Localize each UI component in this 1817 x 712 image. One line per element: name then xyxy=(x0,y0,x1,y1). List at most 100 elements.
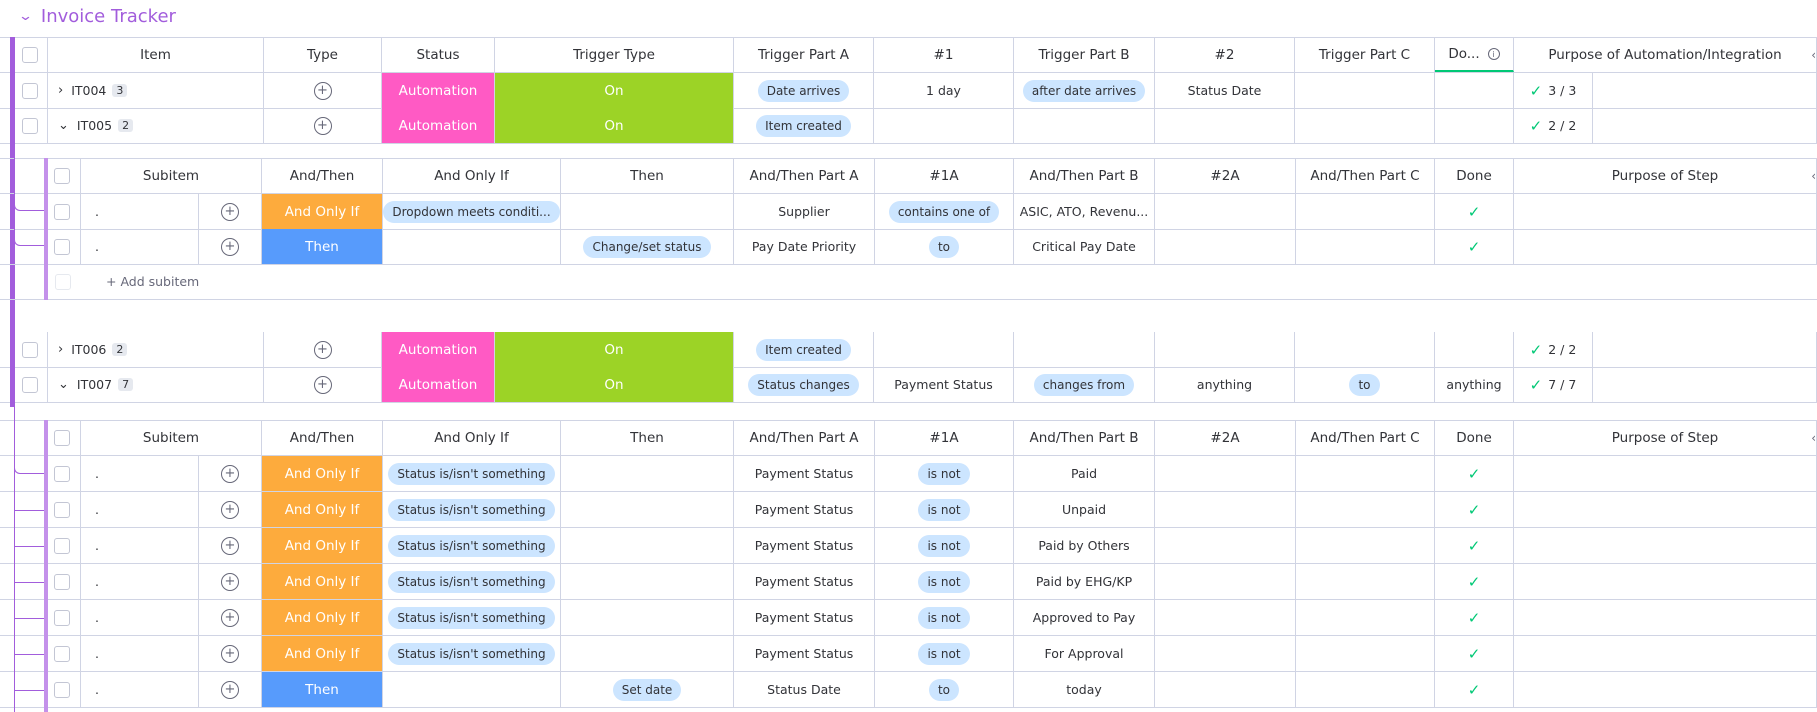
sub-add-update-cell[interactable]: + xyxy=(199,229,262,264)
type-cell[interactable]: Automation xyxy=(382,367,495,402)
chevron-right-icon[interactable]: › xyxy=(58,83,63,98)
and-then-cell[interactable]: And Only If xyxy=(262,456,383,491)
n2-cell[interactable] xyxy=(1295,108,1435,143)
column-scroll-icon[interactable]: ‹ xyxy=(1811,431,1816,445)
and-then-part-c-cell[interactable] xyxy=(1296,528,1435,563)
subitem-name-cell[interactable]: . xyxy=(81,672,199,707)
and-then-part-b-cell[interactable]: ASIC, ATO, Revenu... xyxy=(1014,194,1155,229)
add-update-cell[interactable]: + xyxy=(264,367,382,402)
only-if-cell[interactable] xyxy=(383,229,561,264)
sub-header-8[interactable]: And/Then Part C xyxy=(1296,421,1435,455)
n2a-cell[interactable] xyxy=(1155,636,1296,671)
and-then-part-a-cell[interactable]: Payment Status xyxy=(734,600,875,635)
item-name-cell[interactable]: ⌄ IT007 7 xyxy=(48,367,264,402)
n2-cell[interactable]: to xyxy=(1295,367,1435,402)
only-if-cell[interactable]: Status is/isn't something xyxy=(383,456,561,491)
purpose-cell[interactable] xyxy=(1514,108,1817,143)
then-cell[interactable] xyxy=(561,600,734,635)
n1a-cell[interactable]: is not xyxy=(875,528,1014,563)
sub-add-update-cell[interactable]: + xyxy=(199,528,262,563)
and-then-part-c-cell[interactable] xyxy=(1296,194,1435,229)
and-then-cell[interactable]: And Only If xyxy=(262,636,383,671)
n2-cell[interactable] xyxy=(1295,73,1435,108)
and-then-part-c-cell[interactable] xyxy=(1296,492,1435,527)
sub-checkbox-cell[interactable] xyxy=(44,672,81,707)
trigger-part-a-cell[interactable]: Payment Status xyxy=(874,367,1014,402)
item-name-cell[interactable]: ⌄ IT005 2 xyxy=(48,108,264,143)
and-then-cell[interactable]: And Only If xyxy=(262,564,383,599)
and-then-part-a-cell[interactable]: Supplier xyxy=(734,194,875,229)
and-then-part-b-cell[interactable]: Paid xyxy=(1014,456,1155,491)
sub-header-2[interactable]: And Only If xyxy=(383,159,561,193)
and-then-cell[interactable]: And Only If xyxy=(262,528,383,563)
status-cell[interactable]: On xyxy=(495,108,734,143)
trigger-part-a-cell[interactable] xyxy=(874,332,1014,367)
subitem-count-badge[interactable]: 2 xyxy=(112,343,128,356)
header-8[interactable]: Trigger Part C xyxy=(1295,38,1435,72)
and-then-part-c-cell[interactable] xyxy=(1296,456,1435,491)
n1a-cell[interactable]: is not xyxy=(875,636,1014,671)
only-if-cell[interactable]: Dropdown meets conditi... xyxy=(383,194,561,229)
header-5[interactable]: #1 xyxy=(874,38,1014,72)
subitem-name[interactable]: . xyxy=(95,502,99,517)
add-update-cell[interactable]: + xyxy=(264,73,382,108)
item-name[interactable]: IT007 xyxy=(77,377,112,392)
add-subitem-button[interactable]: + Add subitem xyxy=(96,264,346,299)
purpose-cell[interactable] xyxy=(1514,73,1817,108)
purpose-of-step-cell[interactable] xyxy=(1514,672,1817,707)
sub-header-7[interactable]: #2A xyxy=(1155,159,1296,193)
sub-checkbox-cell[interactable] xyxy=(44,636,81,671)
n1a-cell[interactable]: is not xyxy=(875,492,1014,527)
and-then-part-a-cell[interactable]: Payment Status xyxy=(734,528,875,563)
sub-checkbox-cell[interactable] xyxy=(44,492,81,527)
and-then-part-a-cell[interactable]: Payment Status xyxy=(734,456,875,491)
and-then-part-b-cell[interactable]: Critical Pay Date xyxy=(1014,229,1155,264)
subitem-checkbox[interactable] xyxy=(54,238,70,255)
n2a-cell[interactable] xyxy=(1155,672,1296,707)
n1-cell[interactable] xyxy=(1014,108,1155,143)
sub-header-10[interactable]: Purpose of Step ‹ xyxy=(1514,159,1817,193)
column-scroll-icon[interactable]: ‹ xyxy=(1811,48,1816,62)
n2a-cell[interactable] xyxy=(1155,528,1296,563)
group-header[interactable]: ⌄ Invoice Tracker xyxy=(18,4,176,28)
and-then-part-b-cell[interactable]: Unpaid xyxy=(1014,492,1155,527)
sub-header-9[interactable]: Done xyxy=(1435,421,1514,455)
subitem-checkbox[interactable] xyxy=(54,645,70,662)
trigger-part-b-cell[interactable] xyxy=(1155,332,1295,367)
chevron-down-icon[interactable]: ⌄ xyxy=(58,377,69,392)
subitem-name-cell[interactable]: . xyxy=(81,456,199,491)
chevron-down-icon[interactable]: ⌄ xyxy=(58,118,69,133)
sub-header-9[interactable]: Done xyxy=(1435,159,1514,193)
subitem-name[interactable]: . xyxy=(95,682,99,697)
item-checkbox-cell[interactable] xyxy=(12,367,48,402)
subitem-name[interactable]: . xyxy=(95,466,99,481)
item-name-cell[interactable]: › IT006 2 xyxy=(48,332,264,367)
sub-checkbox-cell[interactable] xyxy=(44,528,81,563)
subitem-name[interactable]: . xyxy=(95,538,99,553)
n1a-cell[interactable]: is not xyxy=(875,600,1014,635)
sub-select-all-cell[interactable] xyxy=(44,159,81,193)
only-if-cell[interactable] xyxy=(383,672,561,707)
and-then-cell[interactable]: And Only If xyxy=(262,600,383,635)
subitem-name-cell[interactable]: . xyxy=(81,564,199,599)
subitem-checkbox[interactable] xyxy=(54,681,70,698)
type-cell[interactable]: Automation xyxy=(382,108,495,143)
purpose-of-step-cell[interactable] xyxy=(1514,600,1817,635)
trigger-part-c-cell[interactable] xyxy=(1435,108,1514,143)
n1a-cell[interactable]: is not xyxy=(875,456,1014,491)
add-update-icon[interactable]: + xyxy=(221,237,239,256)
and-then-part-a-cell[interactable]: Payment Status xyxy=(734,564,875,599)
item-name[interactable]: IT006 xyxy=(71,342,106,357)
add-update-icon[interactable]: + xyxy=(221,608,239,627)
then-cell[interactable] xyxy=(561,528,734,563)
n2a-cell[interactable] xyxy=(1155,456,1296,491)
trigger-type-cell[interactable]: Date arrives xyxy=(734,73,874,108)
add-update-icon[interactable]: + xyxy=(221,464,239,483)
and-then-part-c-cell[interactable] xyxy=(1296,600,1435,635)
header-4[interactable]: Trigger Part A xyxy=(734,38,874,72)
n2a-cell[interactable] xyxy=(1155,194,1296,229)
subitem-name-cell[interactable]: . xyxy=(81,600,199,635)
sub-header-6[interactable]: And/Then Part B xyxy=(1014,159,1155,193)
subitem-checkbox[interactable] xyxy=(54,203,70,220)
subitem-count-badge[interactable]: 3 xyxy=(112,84,128,97)
